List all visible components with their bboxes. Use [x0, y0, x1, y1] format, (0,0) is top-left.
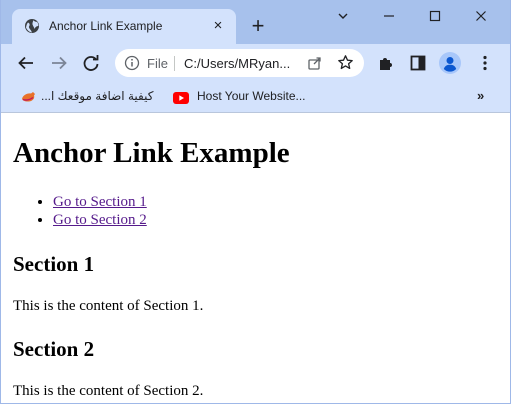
anchor-link-list: Go to Section 1 Go to Section 2: [13, 193, 147, 229]
browser-toolbar: File C:/Users/MRyan...: [1, 44, 510, 82]
close-tab-icon[interactable]: ×: [210, 18, 226, 34]
omnibox-divider: [174, 56, 175, 71]
youtube-icon: [173, 91, 189, 109]
info-icon[interactable]: [124, 55, 140, 71]
back-button[interactable]: [15, 52, 37, 74]
reload-button[interactable]: [80, 52, 102, 74]
address-bar[interactable]: File C:/Users/MRyan...: [115, 49, 364, 77]
forward-button[interactable]: [48, 52, 70, 74]
section-2-content: This is the content of Section 2.: [13, 383, 204, 399]
url-scheme-label: File: [147, 56, 168, 71]
browser-tab[interactable]: Anchor Link Example ×: [12, 9, 236, 44]
reload-icon: [83, 55, 99, 71]
section-1-heading: Section 1: [13, 252, 95, 276]
bookmark-star-icon[interactable]: [337, 54, 354, 71]
section-1-content: This is the content of Section 1.: [13, 298, 204, 314]
page-content: Anchor Link Example Go to Section 1 Go t…: [1, 113, 510, 403]
browser-window: Anchor Link Example × + File C:/Users/MR…: [0, 0, 511, 404]
chevron-down-icon: [338, 13, 348, 19]
close-icon: [476, 11, 486, 21]
minimize-button[interactable]: [374, 6, 404, 28]
link-section-2[interactable]: Go to Section 2: [53, 212, 147, 228]
tab-title: Anchor Link Example: [49, 19, 163, 33]
url-text[interactable]: C:/Users/MRyan...: [184, 56, 302, 71]
bookmarks-overflow-button[interactable]: »: [477, 88, 484, 103]
forward-arrow-icon: [52, 56, 67, 70]
share-icon[interactable]: [307, 55, 323, 71]
bookmark-favicon: [21, 90, 37, 109]
new-tab-button[interactable]: +: [248, 15, 268, 37]
maximize-button[interactable]: [420, 6, 450, 28]
bookmark-item-host-website[interactable]: Host Your Website...: [197, 89, 306, 103]
section-2-heading: Section 2: [13, 337, 95, 361]
tab-search-button[interactable]: [328, 6, 358, 28]
list-item: Go to Section 2: [53, 211, 147, 229]
bookmark-item-arabic[interactable]: كيفية اضافة موقعك ا...: [41, 89, 153, 103]
extensions-puzzle-icon[interactable]: [377, 54, 395, 72]
minimize-icon: [384, 15, 394, 17]
tab-strip: Anchor Link Example × +: [1, 0, 510, 44]
link-section-1[interactable]: Go to Section 1: [53, 194, 147, 210]
profile-avatar[interactable]: [439, 52, 461, 74]
side-panel-icon[interactable]: [409, 54, 427, 72]
back-arrow-icon: [18, 56, 33, 70]
more-menu-icon[interactable]: [476, 54, 494, 72]
page-title: Anchor Link Example: [13, 137, 290, 169]
close-window-button[interactable]: [466, 6, 496, 28]
maximize-icon: [429, 10, 441, 22]
person-icon: [440, 53, 460, 73]
list-item: Go to Section 1: [53, 193, 147, 211]
bookmarks-bar: كيفية اضافة موقعك ا... Host Your Website…: [1, 82, 510, 113]
globe-icon: [24, 18, 40, 34]
